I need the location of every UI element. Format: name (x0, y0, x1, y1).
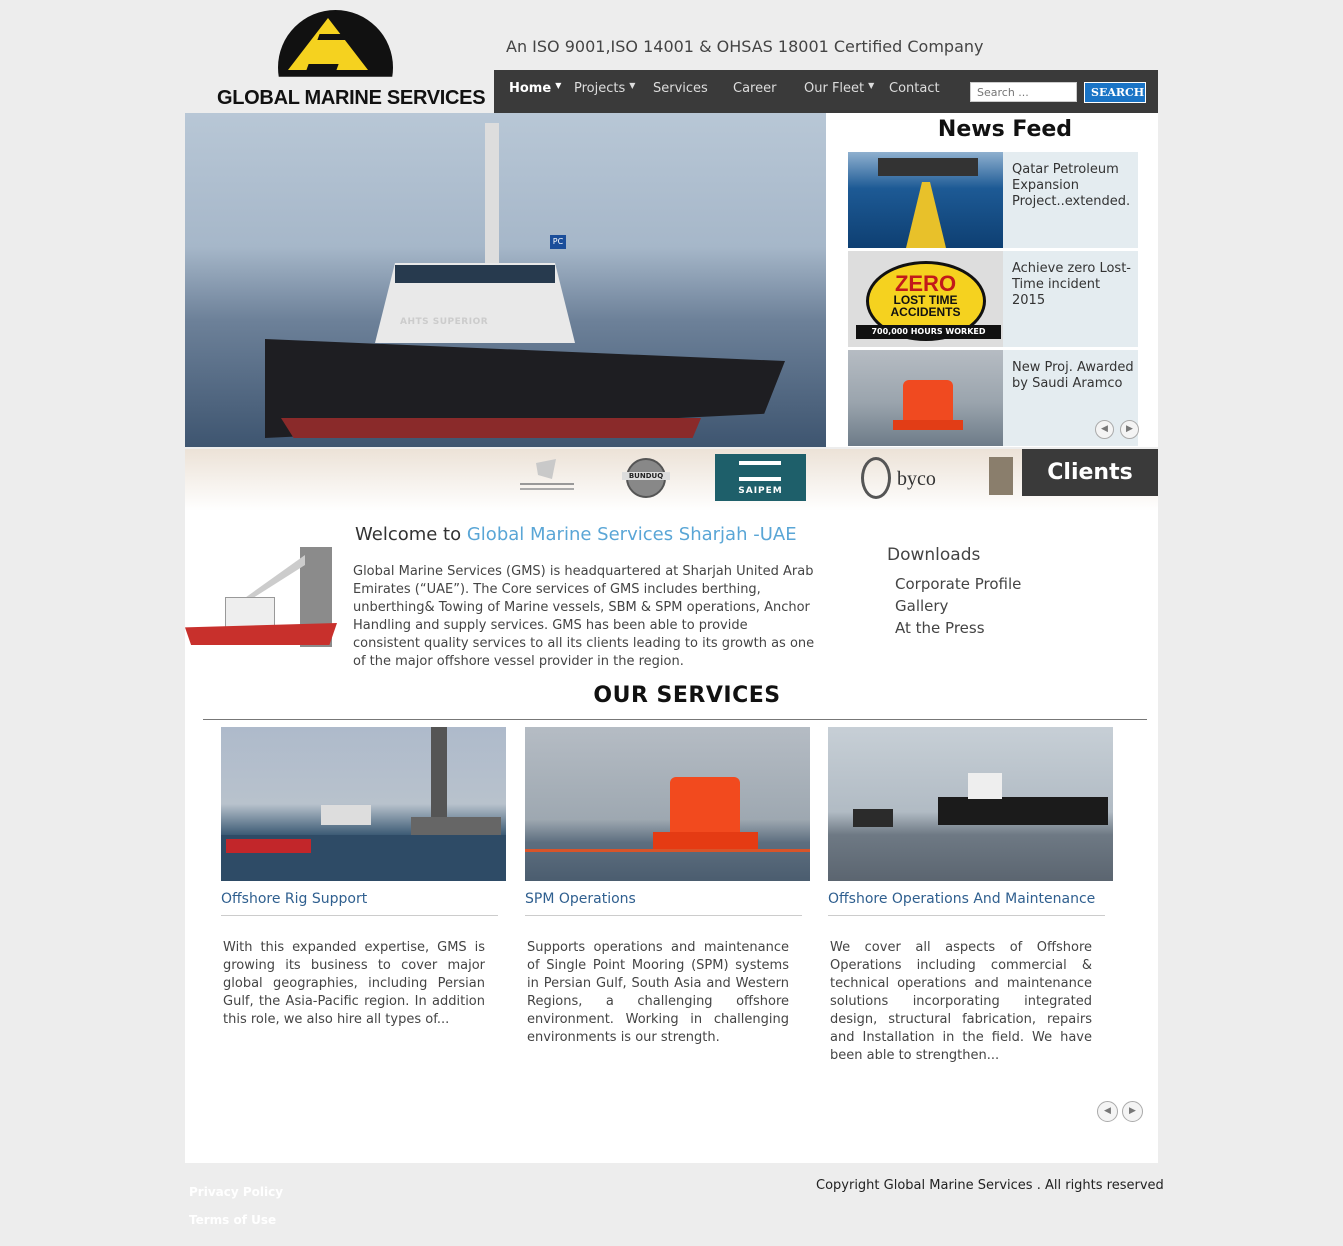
nav-services-label: Services (653, 81, 708, 96)
badge-accidents: ACCIDENTS (890, 305, 961, 319)
ship-cabin (375, 263, 575, 343)
copyright-text: Copyright Global Marine Services . All r… (816, 1178, 1164, 1193)
badge-hours-worked: 700,000 HOURS WORKED (856, 325, 1001, 339)
news-image-spm-buoy (848, 350, 1003, 446)
services-divider (203, 719, 1147, 720)
nav-home[interactable]: Home ▼ (509, 81, 561, 96)
client-saipem-text: SAIPEM (738, 486, 783, 496)
ship-name-label: AHTS SUPERIOR (400, 317, 489, 327)
clients-carousel: BUNDUQ SAIPEM byco Clients (185, 449, 1158, 511)
client-bunduq-text: BUNDUQ (622, 472, 670, 480)
client-logo-partial[interactable] (989, 457, 1013, 495)
nav-home-label: Home (509, 81, 552, 96)
client-logo-emirates[interactable] (520, 457, 574, 493)
services-title: OUR SERVICES (593, 683, 781, 708)
download-corporate-profile-link[interactable]: Corporate Profile (895, 575, 1021, 593)
news-prev-button[interactable]: ◀ (1095, 420, 1114, 439)
brand-logo[interactable]: GLOBAL MARINE SERVICES (185, 0, 494, 118)
services-next-button[interactable]: ▶ (1122, 1101, 1143, 1122)
search-input[interactable] (970, 82, 1077, 102)
nav-career-label: Career (733, 81, 777, 96)
nav-career[interactable]: Career (733, 81, 776, 96)
news-item[interactable]: ZERO LOST TIME ACCIDENTS 700,000 HOURS W… (848, 251, 1138, 347)
main-navbar: Home ▼ Projects ▼ Services Career Our Flee… (494, 70, 1158, 113)
news-next-button[interactable]: ▶ (1120, 420, 1139, 439)
terms-of-use-link[interactable]: Terms of Use (189, 1213, 276, 1227)
search-button[interactable]: SEARCH (1084, 82, 1146, 103)
service-divider (221, 915, 498, 916)
service-title[interactable]: Offshore Rig Support (221, 891, 367, 907)
service-text: We cover all aspects of Offshore Operati… (830, 940, 1092, 1063)
service-text: Supports operations and maintenance of S… (527, 940, 789, 1045)
nav-services[interactable]: Services (653, 81, 708, 96)
ship-hull-waterline (281, 418, 701, 438)
service-text: With this expanded expertise, GMS is gro… (223, 940, 485, 1027)
brand-name: GLOBAL MARINE SERVICES (217, 87, 486, 109)
ship-mast (485, 123, 499, 263)
news-item[interactable]: Qatar Petroleum Expansion Project..exten… (848, 152, 1138, 248)
tagline: An ISO 9001,ISO 14001 & OHSAS 18001 Cert… (506, 37, 984, 56)
welcome-title-highlight: Global Marine Services Sharjah -UAE (466, 524, 797, 545)
welcome-vessel-image (185, 545, 337, 649)
service-title[interactable]: Offshore Operations And Maintenance (828, 891, 1095, 907)
nav-our-fleet-label: Our Fleet (804, 81, 865, 96)
service-image-offshore-operations[interactable] (828, 727, 1113, 881)
news-item-text: New Proj. Awarded by Saudi Aramco (1012, 360, 1134, 391)
client-logo-bunduq[interactable]: BUNDUQ (622, 458, 670, 498)
welcome-title-prefix: Welcome to (355, 524, 467, 545)
client-byco-text: byco (897, 468, 936, 490)
hero-ship-image: AHTS SUPERIOR PC (185, 113, 826, 447)
nav-our-fleet[interactable]: Our Fleet ▼ (804, 81, 874, 96)
service-image-spm[interactable] (525, 727, 810, 881)
news-item-text: Achieve zero Lost-Time incident 2015 (1012, 261, 1131, 308)
news-image-zero-accidents: ZERO LOST TIME ACCIDENTS 700,000 HOURS W… (848, 251, 1003, 347)
nav-contact[interactable]: Contact (889, 81, 940, 96)
ship-pc-badge: PC (550, 235, 566, 249)
client-logo-byco[interactable]: byco (861, 457, 951, 501)
ship-window (395, 265, 555, 283)
nav-projects-label: Projects (574, 81, 626, 96)
service-title[interactable]: SPM Operations (525, 891, 636, 907)
service-divider (828, 915, 1105, 916)
welcome-text: Global Marine Services (GMS) is headquar… (353, 564, 815, 669)
download-gallery-link[interactable]: Gallery (895, 597, 948, 615)
main-content: Welcome to Global Marine Services Sharja… (185, 511, 1158, 1163)
news-image-platform (848, 152, 1003, 248)
news-feed-title: News Feed (937, 117, 1073, 142)
news-item-text: Qatar Petroleum Expansion Project..exten… (1012, 162, 1131, 209)
chevron-down-icon: ▼ (555, 81, 562, 90)
services-prev-button[interactable]: ◀ (1097, 1101, 1118, 1122)
nav-projects[interactable]: Projects ▼ (574, 81, 635, 96)
nav-contact-label: Contact (889, 81, 940, 96)
clients-label: Clients (1022, 449, 1158, 496)
service-image-offshore-rig[interactable] (221, 727, 506, 881)
client-logo-saipem[interactable]: SAIPEM (715, 454, 806, 501)
download-at-the-press-link[interactable]: At the Press (895, 619, 985, 637)
chevron-down-icon: ▼ (629, 81, 636, 90)
service-divider (525, 915, 802, 916)
news-feed: News Feed Qatar Petroleum Expansion Proj… (826, 113, 1158, 447)
downloads-title: Downloads (887, 545, 981, 565)
welcome-title: Welcome to Global Marine Services Sharja… (355, 524, 797, 545)
privacy-policy-link[interactable]: Privacy Policy (189, 1185, 283, 1199)
chevron-down-icon: ▼ (868, 81, 875, 90)
